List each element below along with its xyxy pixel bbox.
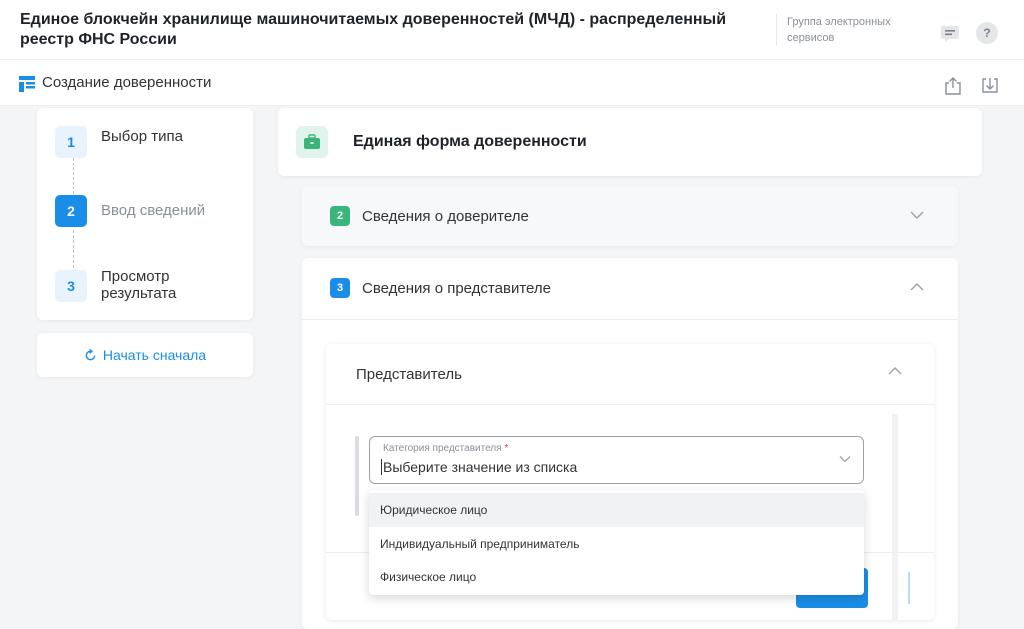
- divider: [326, 404, 934, 405]
- refresh-icon: [85, 348, 96, 360]
- download-icon[interactable]: [978, 74, 1002, 98]
- section-representative-title: Сведения о представителе: [362, 279, 551, 297]
- section-principal-title: Сведения о доверителе: [362, 207, 529, 225]
- divider: [302, 319, 958, 320]
- option-individual[interactable]: Физическое лицо: [369, 560, 864, 594]
- secondary-button-edge[interactable]: [908, 572, 910, 604]
- representative-title: Представитель: [356, 366, 462, 383]
- step-2-label: Ввод сведений: [101, 202, 206, 219]
- share-icon[interactable]: [941, 74, 965, 98]
- restart-label: Начать сначала: [102, 347, 207, 363]
- step-3-number: 3: [55, 270, 87, 302]
- option-entrepreneur[interactable]: Индивидуальный предприниматель: [369, 527, 864, 561]
- form-title: Единая форма доверенности: [353, 133, 587, 150]
- chat-icon[interactable]: [938, 22, 962, 46]
- document-icon: [19, 76, 35, 97]
- group-link[interactable]: Группа электронных сервисов: [776, 14, 916, 46]
- select-label: Категория представителя *: [383, 443, 509, 454]
- field-group-indicator: [355, 436, 359, 516]
- chevron-down-icon[interactable]: [910, 210, 924, 220]
- page-title: Создание доверенности: [42, 74, 212, 91]
- form-header: Единая форма доверенности: [278, 108, 982, 176]
- steps-panel: 1 Выбор типа 2 Ввод сведений 3 Просмотр …: [37, 108, 253, 320]
- select-value: Выберите значение из списка: [381, 459, 578, 475]
- category-dropdown: Юридическое лицо Индивидуальный предприн…: [369, 490, 864, 595]
- representative-category-select[interactable]: Категория представителя * Выберите значе…: [369, 436, 864, 484]
- chevron-up-icon[interactable]: [910, 282, 924, 292]
- restart-button[interactable]: Начать сначала: [37, 333, 253, 377]
- section-number-badge: 2: [330, 206, 350, 226]
- required-mark: *: [504, 443, 509, 454]
- section-number-badge: 3: [330, 278, 350, 298]
- chevron-up-icon[interactable]: [888, 366, 902, 376]
- section-representative-header[interactable]: 3 Сведения о представителе: [330, 258, 551, 318]
- section-principal[interactable]: 2 Сведения о доверителе: [302, 186, 958, 246]
- scrollbar[interactable]: [892, 414, 898, 620]
- app-title: Единое блокчейн хранилище машиночитаемых…: [20, 11, 727, 48]
- step-1-number: 1: [55, 126, 87, 158]
- step-2-number: 2: [55, 195, 87, 227]
- step-3-label: Просмотр результата: [101, 268, 177, 302]
- section-principal-header: 2 Сведения о доверителе: [330, 186, 529, 246]
- help-icon[interactable]: ?: [976, 22, 998, 44]
- step-connector: [73, 158, 74, 194]
- briefcase-icon: [296, 126, 328, 158]
- step-connector: [73, 230, 74, 268]
- step-1-label: Выбор типа: [101, 128, 183, 145]
- chevron-down-icon: [839, 456, 851, 463]
- option-legal-entity[interactable]: Юридическое лицо: [369, 493, 864, 527]
